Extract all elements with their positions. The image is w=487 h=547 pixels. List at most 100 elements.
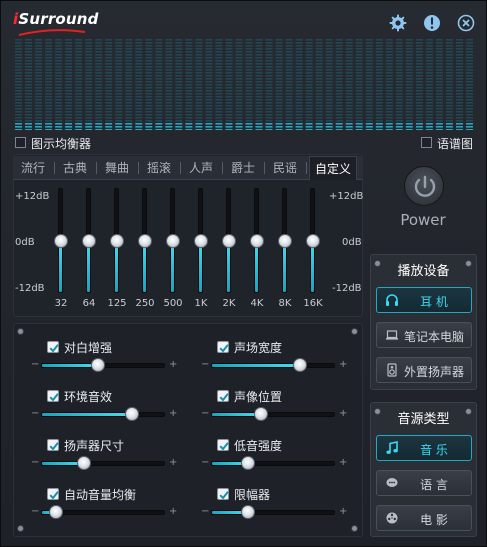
playback-device-title: 播放设备 <box>397 264 450 279</box>
increase-sign: + <box>339 359 348 370</box>
show-eq-label: 图示均衡器 <box>31 137 92 151</box>
eq-preset-tabs: 流行 古典 舞曲 摇滚 人声 爵士 民谣 自定义 <box>13 156 363 180</box>
eq-slider-fill <box>115 240 118 292</box>
option-label: 笔记本电脑 <box>403 330 464 344</box>
eq-band-frequency: 8K <box>278 298 292 309</box>
music-note-icon <box>385 441 399 455</box>
effect-slider-knob[interactable] <box>253 407 268 421</box>
eq-slider-knob[interactable] <box>110 233 124 248</box>
device-option-button[interactable]: 耳 机 <box>376 287 472 313</box>
db-bottom-right: -12dB <box>332 283 362 294</box>
effect-label: 环境音效 <box>64 390 113 404</box>
effect-checkbox[interactable] <box>47 341 59 353</box>
speaker-icon <box>385 363 399 377</box>
spectrogram-label: 语谱图 <box>437 137 474 151</box>
check-icon <box>49 442 59 451</box>
gear-icon[interactable] <box>388 13 408 33</box>
power-button[interactable] <box>404 166 444 206</box>
effect-slider-knob[interactable] <box>91 358 106 372</box>
eq-band-frequency: 32 <box>54 298 68 309</box>
increase-sign: + <box>169 359 178 370</box>
tab-preset[interactable]: 古典 <box>55 156 95 180</box>
eq-slider-fill <box>59 240 62 292</box>
check-icon <box>49 344 59 353</box>
close-icon[interactable] <box>456 13 476 33</box>
eq-band-frequency: 1K <box>194 298 208 309</box>
device-option-button[interactable]: 外置扬声器 <box>376 357 472 383</box>
info-icon[interactable] <box>422 13 442 33</box>
eq-band-frequency: 16K <box>303 298 323 309</box>
check-icon <box>219 393 229 402</box>
tab-separator <box>306 162 307 174</box>
eq-slider-knob[interactable] <box>82 233 96 248</box>
increase-sign: + <box>339 408 348 419</box>
eq-band-frequency: 500 <box>163 298 183 309</box>
eq-slider-knob[interactable] <box>250 233 264 248</box>
eq-slider-knob[interactable] <box>54 233 68 248</box>
device-option-button[interactable]: 笔记本电脑 <box>376 322 472 348</box>
option-label: 耳 机 <box>420 295 448 309</box>
check-icon <box>219 442 229 451</box>
effect-checkbox[interactable] <box>217 341 229 353</box>
db-top-left: +12dB <box>15 191 50 202</box>
tab-preset[interactable]: 流行 <box>13 156 53 180</box>
tab-preset[interactable]: 人声 <box>181 156 221 180</box>
power-label: Power <box>400 211 446 229</box>
spectrogram-checkbox[interactable] <box>421 137 432 148</box>
eq-slider-knob[interactable] <box>138 233 152 248</box>
show-eq-checkbox[interactable] <box>15 137 26 148</box>
option-label: 电 影 <box>420 513 448 527</box>
effect-slider-knob[interactable] <box>48 505 63 519</box>
option-label: 语 言 <box>420 478 448 492</box>
option-label: 外置扬声器 <box>403 365 464 379</box>
effect-slider-knob[interactable] <box>124 407 139 421</box>
eq-slider-fill <box>311 240 314 292</box>
eq-slider-knob[interactable] <box>306 233 320 248</box>
effect-checkbox[interactable] <box>47 488 59 500</box>
effect-checkbox[interactable] <box>47 439 59 451</box>
tab-preset[interactable]: 舞曲 <box>97 156 137 180</box>
effect-checkbox[interactable] <box>217 390 229 402</box>
check-icon <box>49 393 59 402</box>
effect-label: 限幅器 <box>234 488 271 502</box>
eq-slider-knob[interactable] <box>278 233 292 248</box>
decrease-sign: − <box>31 506 40 517</box>
option-label: 音 乐 <box>420 443 448 457</box>
decrease-sign: − <box>201 359 210 370</box>
increase-sign: + <box>339 506 348 517</box>
tab-preset[interactable]: 爵士 <box>223 156 263 180</box>
decrease-sign: − <box>31 457 40 468</box>
source-option-button[interactable]: 电 影 <box>376 505 472 531</box>
source-option-button[interactable]: 音 乐 <box>376 435 472 461</box>
source-type-title: 音源类型 <box>397 412 450 427</box>
effect-label: 声像位置 <box>234 390 283 404</box>
eq-slider-knob[interactable] <box>222 233 236 248</box>
screw <box>351 328 358 335</box>
eq-slider-fill <box>227 240 230 292</box>
check-icon <box>219 344 229 353</box>
tab-preset[interactable]: 自定义 <box>309 156 357 180</box>
eq-slider-fill <box>199 240 202 292</box>
tab-preset[interactable]: 民谣 <box>265 156 305 180</box>
eq-slider-knob[interactable] <box>194 233 208 248</box>
increase-sign: + <box>169 506 178 517</box>
effect-checkbox[interactable] <box>217 488 229 500</box>
eq-slider-fill <box>87 240 90 292</box>
eq-slider-knob[interactable] <box>166 233 180 248</box>
eq-slider-fill <box>143 240 146 292</box>
effect-slider-fill <box>42 364 99 367</box>
db-top-right: +12dB <box>329 191 364 202</box>
increase-sign: + <box>169 408 178 419</box>
effect-checkbox[interactable] <box>47 390 59 402</box>
increase-sign: + <box>339 457 348 468</box>
increase-sign: + <box>169 457 178 468</box>
spectrum-display <box>15 39 473 130</box>
logo-swoosh <box>18 29 86 36</box>
source-option-button[interactable]: 语 言 <box>376 470 472 496</box>
screw <box>17 525 24 532</box>
decrease-sign: − <box>31 408 40 419</box>
eq-slider-fill <box>283 240 286 292</box>
screw <box>17 328 24 335</box>
effect-checkbox[interactable] <box>217 439 229 451</box>
tab-preset[interactable]: 摇滚 <box>139 156 179 180</box>
